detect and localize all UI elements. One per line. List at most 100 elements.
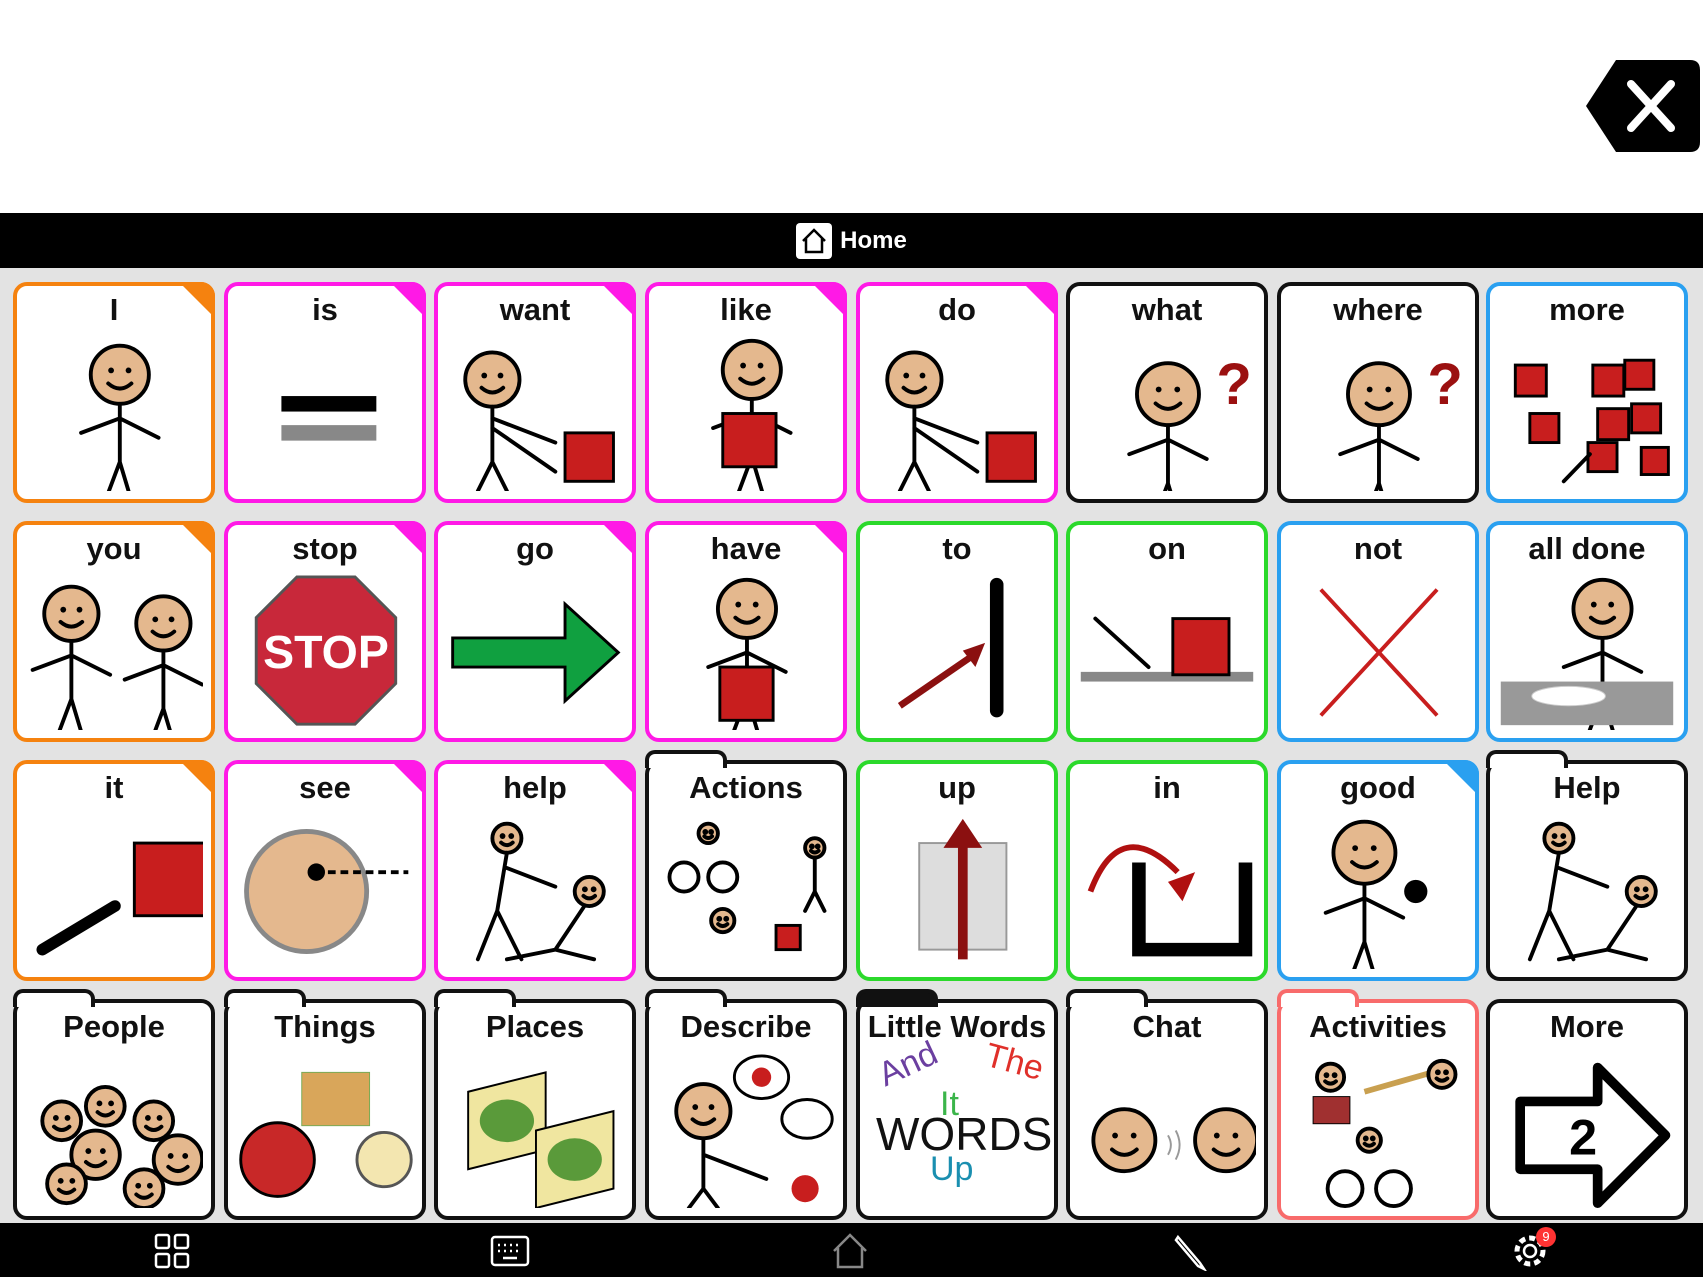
word-button-want[interactable]: want (434, 282, 636, 503)
folder-tab (434, 989, 516, 1007)
button-label: to (942, 531, 972, 566)
button-label: go (516, 531, 554, 566)
word-button-see[interactable]: see (224, 760, 426, 981)
word-button-in[interactable]: in (1066, 760, 1268, 981)
folder-button-actions[interactable]: Actions (645, 750, 847, 981)
button-label: Places (485, 1009, 585, 1044)
button-label: Chat (1132, 1009, 1202, 1044)
keyboard-button[interactable] (490, 1231, 530, 1271)
button-label: not (1353, 531, 1403, 566)
word-button-more[interactable]: more (1486, 282, 1688, 503)
page-number: 2 (1569, 1109, 1597, 1166)
button-label: is (312, 292, 338, 327)
close-button[interactable] (1586, 60, 1700, 152)
word-button-more[interactable]: More 2 (1486, 999, 1688, 1220)
word-button-where[interactable]: where? (1277, 282, 1479, 503)
button-label: good (1340, 770, 1416, 805)
button-label: you (86, 531, 142, 566)
arrow-in-icon (1087, 844, 1253, 957)
word-button-it[interactable]: it (13, 760, 215, 981)
folder-tab (645, 989, 727, 1007)
folder-tab (645, 750, 727, 768)
button-label: Describe (680, 1009, 812, 1044)
button-label: More (1549, 1009, 1625, 1044)
button-label: help (503, 770, 567, 805)
word-button-you[interactable]: you (13, 521, 215, 742)
folder-button-chat[interactable]: Chat (1066, 989, 1268, 1220)
equals-icon (281, 396, 377, 441)
message-bar[interactable] (0, 0, 1703, 213)
person-reaching-icon (885, 350, 1037, 491)
button-label: have (710, 531, 782, 566)
faces-group-icon (40, 1084, 203, 1208)
word-button-not[interactable]: not (1277, 521, 1479, 742)
actions-collage-icon (667, 821, 827, 952)
arrow-2-icon: 2 (1515, 1062, 1671, 1208)
grid-button[interactable] (152, 1231, 192, 1271)
pencil-icon (1174, 1234, 1208, 1273)
arrow-on-square-icon (1080, 616, 1254, 682)
word-button-i[interactable]: I (13, 282, 215, 503)
home-button[interactable] (830, 1231, 870, 1271)
word-button-to[interactable]: to (856, 521, 1058, 742)
word-button-on[interactable]: on (1066, 521, 1268, 742)
folder-button-describe[interactable]: Describe (645, 989, 847, 1220)
button-label: on (1148, 531, 1186, 566)
faces-chat-icon (1091, 1107, 1256, 1174)
grid-icon (154, 1233, 190, 1269)
word-button-help[interactable]: help (434, 760, 636, 981)
button-label: see (299, 770, 351, 805)
word-button-is[interactable]: is (224, 282, 426, 503)
button-label: it (104, 770, 124, 805)
button-label: I (109, 292, 119, 327)
button-label: People (63, 1009, 165, 1044)
word-button-up[interactable]: up (856, 760, 1058, 981)
close-icon (1586, 60, 1700, 152)
things-collage-icon (239, 1071, 413, 1198)
folder-tab (1486, 750, 1568, 768)
home-icon (833, 1233, 867, 1269)
folder-tab (224, 989, 306, 1007)
person-question-icon: ? (1338, 352, 1463, 491)
word-button-all-done[interactable]: all done (1486, 521, 1688, 742)
svg-text:?: ? (1427, 352, 1463, 417)
board-title-bar: Home (0, 213, 1703, 268)
pencil-button[interactable] (1170, 1231, 1210, 1273)
little-words-picture: And It The WORDS Up (860, 1034, 1054, 1215)
settings-button[interactable]: 9 (1510, 1227, 1556, 1271)
word-button-what[interactable]: what? (1066, 282, 1268, 503)
word-button-good[interactable]: good (1277, 760, 1479, 981)
button-label: more (1549, 292, 1625, 327)
button-label: want (499, 292, 571, 327)
person-question-icon: ? (1127, 352, 1252, 491)
folder-button-little-words[interactable]: Little Words And It The WORDS Up (856, 989, 1058, 1220)
folder-button-places[interactable]: Places (434, 989, 636, 1220)
folder-button-things[interactable]: Things (224, 989, 426, 1220)
button-label: Actions (689, 770, 803, 805)
people-helping-icon (475, 821, 606, 962)
person-speech-icon (674, 1054, 834, 1208)
word-button-like[interactable]: like (645, 282, 847, 503)
person-reaching-icon (463, 350, 615, 491)
svg-text:?: ? (1216, 352, 1252, 417)
button-label: do (938, 292, 976, 327)
button-label: what (1131, 292, 1203, 327)
word-button-go[interactable]: go (434, 521, 636, 742)
word-button-do[interactable]: do (856, 282, 1058, 503)
button-label: Help (1553, 770, 1621, 805)
folder-button-help[interactable]: Help (1486, 750, 1688, 981)
folder-tab (13, 989, 95, 1007)
folder-button-activities[interactable]: Activities (1277, 989, 1479, 1220)
notification-badge: 9 (1536, 1227, 1556, 1247)
word-button-stop[interactable]: stop STOP (224, 521, 426, 742)
eye-face-icon (244, 829, 409, 954)
svg-text:STOP: STOP (263, 626, 389, 678)
button-label: all done (1528, 531, 1646, 566)
folder-button-people[interactable]: People (13, 989, 215, 1220)
bottom-toolbar: 9 (0, 1223, 1703, 1277)
hand-pointing-square-icon (36, 841, 203, 956)
word-button-have[interactable]: have (645, 521, 847, 742)
stop-sign-icon: STOP (254, 575, 398, 726)
button-label: where (1333, 292, 1423, 327)
little-word: Up (930, 1150, 974, 1188)
